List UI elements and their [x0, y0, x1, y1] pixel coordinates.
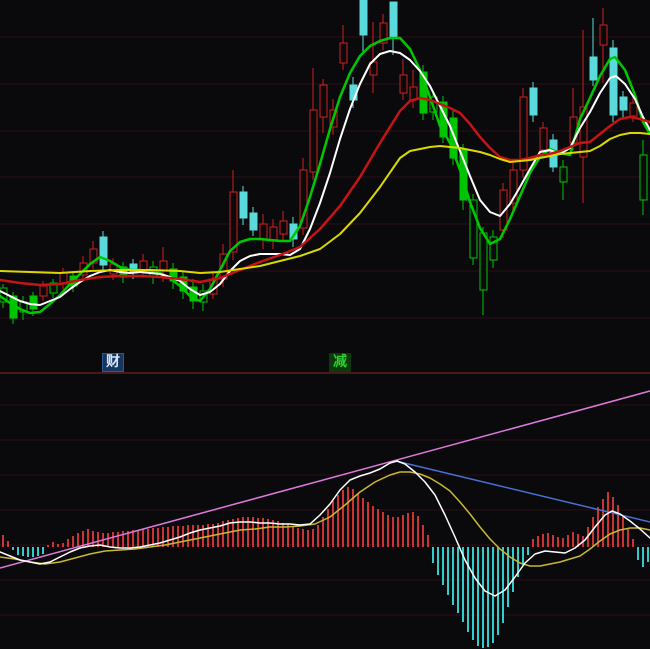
- candle: [480, 233, 487, 290]
- candle: [620, 97, 627, 110]
- signal-marker-cai: 财: [102, 353, 124, 372]
- candle: [640, 155, 647, 200]
- candle: [320, 85, 327, 117]
- candle: [240, 192, 247, 218]
- candle: [230, 192, 237, 252]
- candle: [600, 25, 607, 45]
- kline-macd-chart-canvas[interactable]: [0, 0, 650, 649]
- candle: [560, 167, 567, 182]
- candle: [390, 2, 397, 38]
- stock-chart-screen: 财 减: [0, 0, 650, 649]
- candle: [260, 224, 267, 239]
- candle: [400, 75, 407, 93]
- candle: [360, 0, 367, 35]
- candle: [340, 43, 347, 63]
- candle: [530, 88, 537, 115]
- candle: [590, 57, 597, 80]
- candle: [250, 213, 257, 230]
- chart-area[interactable]: [0, 0, 650, 649]
- signal-marker-jian: 减: [329, 353, 351, 372]
- candle: [100, 237, 107, 265]
- candle: [280, 221, 287, 234]
- candle: [630, 103, 637, 116]
- candle: [40, 286, 47, 296]
- candle: [540, 128, 547, 150]
- candle: [310, 110, 317, 172]
- candle: [30, 296, 37, 309]
